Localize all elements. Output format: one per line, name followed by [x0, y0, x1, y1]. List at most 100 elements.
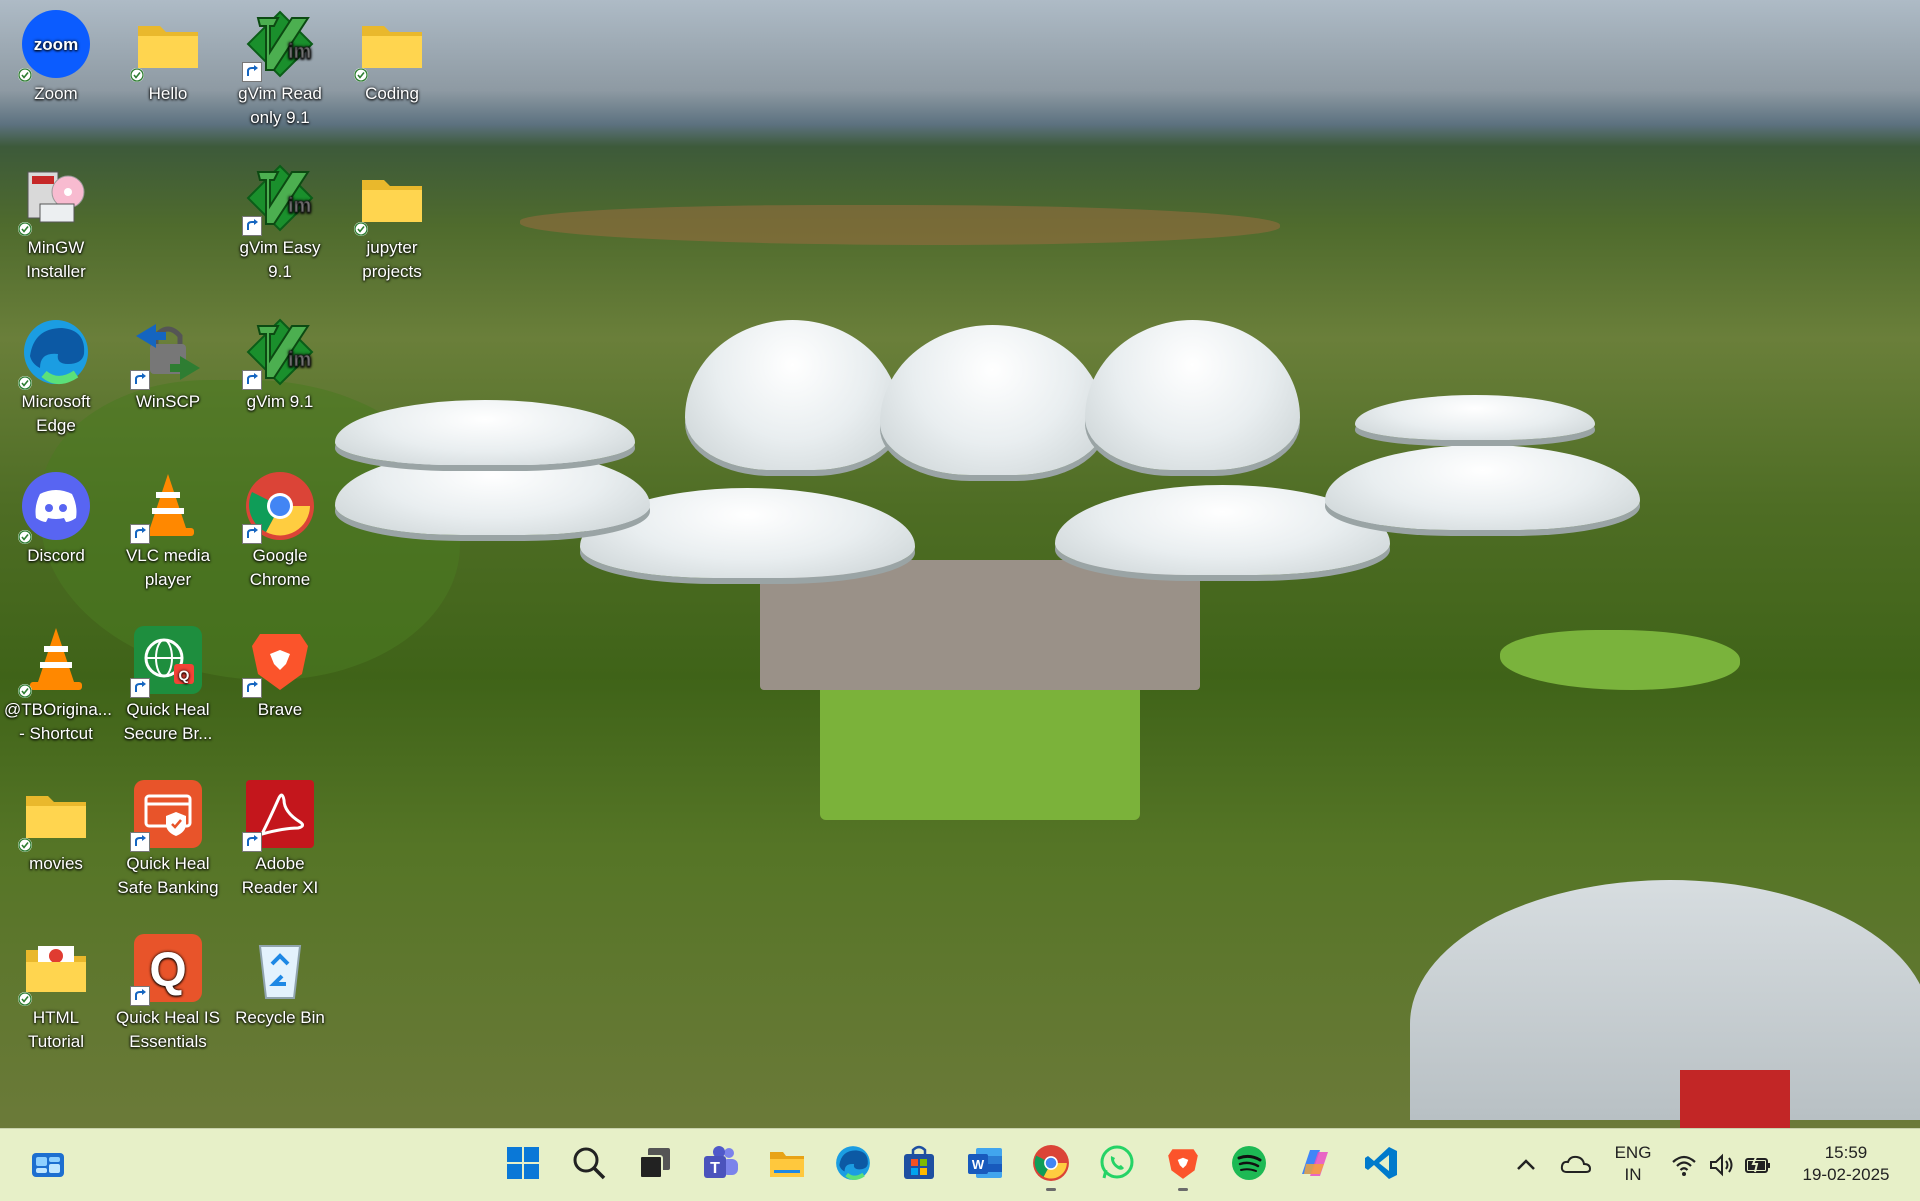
language-indicator[interactable]: ENG IN [1605, 1142, 1661, 1186]
quick-heal-browser-icon: Q [130, 624, 204, 698]
shortcut-arrow-icon [130, 370, 150, 390]
desktop-icon-qh-banking[interactable]: Quick Heal Safe Banking [116, 774, 220, 900]
svg-text:Q: Q [179, 667, 190, 683]
chrome-icon [242, 470, 316, 544]
taskbar-word-button[interactable]: W [961, 1141, 1009, 1189]
desktop-icon-zoom[interactable]: zoom Zoom [4, 4, 108, 106]
desktop-icon-label: Hello [148, 84, 188, 103]
desktop-icon-hello[interactable]: Hello [116, 4, 220, 106]
desktop-icon-label: Adobe Reader XI [241, 854, 319, 897]
desktop-icon-coding[interactable]: Coding [340, 4, 444, 106]
desktop-icon-label: @TBOrigina... - Shortcut [4, 700, 112, 743]
taskbar-search-button[interactable] [565, 1141, 613, 1189]
clock-time: 15:59 [1824, 1143, 1868, 1162]
desktop-icon-tborigina[interactable]: @TBOrigina... - Shortcut [4, 620, 112, 746]
shortcut-arrow-icon [130, 832, 150, 852]
desktop-icon-jupyter[interactable]: jupyter projects [340, 158, 444, 284]
shortcut-arrow-icon [130, 986, 150, 1006]
desktop-icon-brave[interactable]: Brave [228, 620, 332, 722]
shortcut-arrow-icon [242, 524, 262, 544]
battery-charging-icon [1744, 1152, 1770, 1173]
desktop-icon-label: movies [29, 854, 83, 873]
wallpaper-roof [1680, 1070, 1790, 1128]
brave-icon [1164, 1144, 1202, 1187]
sync-status-check-icon [354, 68, 368, 82]
windows-start-icon [504, 1144, 542, 1187]
sync-status-check-icon [18, 838, 32, 852]
desktop-icon-label: WinSCP [135, 392, 201, 411]
running-indicator [1178, 1188, 1188, 1191]
desktop-icon-qh-essentials[interactable]: Q Quick Heal IS Essentials [116, 928, 220, 1054]
taskbar-copilot-button[interactable] [1291, 1141, 1339, 1189]
desktop-icon-label: Discord [27, 546, 85, 565]
show-hidden-icons-chevron-icon[interactable] [1502, 1141, 1550, 1189]
taskbar-start-button[interactable] [499, 1141, 547, 1189]
desktop-icon-label: Microsoft Edge [21, 392, 91, 435]
desktop-icon-label: gVim 9.1 [246, 392, 314, 411]
desktop-icon-adobe[interactable]: Adobe Reader XI [228, 774, 332, 900]
svg-text:im: im [288, 195, 311, 217]
desktop-icon-gvim-easy[interactable]: im gVim Easy 9.1 [228, 158, 332, 284]
onedrive-icon[interactable] [1552, 1141, 1600, 1189]
spotify-icon [1230, 1144, 1268, 1187]
taskbar-explorer-button[interactable] [763, 1141, 811, 1189]
taskbar-taskview-button[interactable] [631, 1141, 679, 1189]
desktop-icon-label: Quick Heal Safe Banking [117, 854, 219, 897]
task-view-icon [636, 1144, 674, 1187]
desktop-icon-gvim[interactable]: im gVim 9.1 [228, 312, 332, 414]
wallpaper-dome [1325, 445, 1640, 530]
wallpaper-dome [880, 325, 1105, 475]
gvim-icon: im [242, 162, 316, 236]
desktop-icon-label: Recycle Bin [235, 1008, 325, 1027]
desktop-icon-movies[interactable]: movies [4, 774, 108, 876]
folder-icon [354, 8, 428, 82]
shortcut-arrow-icon [242, 216, 262, 236]
widgets-icon[interactable] [24, 1141, 72, 1189]
running-indicator [1046, 1188, 1056, 1191]
taskbar-spotify-button[interactable] [1225, 1141, 1273, 1189]
wallpaper-dome [335, 400, 635, 465]
shortcut-arrow-icon [242, 370, 262, 390]
taskbar-teams-button[interactable]: T [697, 1141, 745, 1189]
desktop-icon-label: Coding [365, 84, 419, 103]
desktop-icon-vlc[interactable]: VLC media player [116, 466, 220, 592]
shortcut-arrow-icon [242, 678, 262, 698]
taskbar-chrome-button[interactable] [1027, 1141, 1075, 1191]
desktop-icon-label: gVim Easy 9.1 [239, 238, 321, 281]
folder-icon [18, 778, 92, 852]
clock[interactable]: 15:59 19-02-2025 [1784, 1142, 1908, 1186]
desktop-icon-discord[interactable]: Discord [4, 466, 108, 568]
taskbar-store-button[interactable] [895, 1141, 943, 1189]
gvim-icon: im [242, 8, 316, 82]
desktop-icon-mingw[interactable]: MinGW Installer [4, 158, 108, 284]
desktop-icon-edge[interactable]: Microsoft Edge [4, 312, 108, 438]
volume-icon [1709, 1153, 1733, 1177]
desktop-icon-label: Google Chrome [249, 546, 311, 589]
sync-status-check-icon [18, 68, 32, 82]
svg-text:T: T [710, 1160, 720, 1177]
desktop-icon-chrome[interactable]: Google Chrome [228, 466, 332, 592]
adobe-reader-icon [242, 778, 316, 852]
taskbar-whatsapp-button[interactable] [1093, 1141, 1141, 1189]
svg-text:im: im [288, 41, 311, 63]
svg-text:W: W [972, 1157, 985, 1172]
vscode-icon [1362, 1144, 1400, 1187]
desktop-icon-winscp[interactable]: WinSCP [116, 312, 220, 414]
desktop-icon-recycle[interactable]: Recycle Bin [228, 928, 332, 1030]
wallpaper-building [1410, 880, 1920, 1120]
taskbar-brave-button[interactable] [1159, 1141, 1207, 1191]
quick-settings[interactable] [1666, 1141, 1776, 1189]
sync-status-check-icon [18, 684, 32, 698]
desktop-icon-gvim-read[interactable]: im gVim Read only 9.1 [228, 4, 332, 130]
quick-heal-banking-icon [130, 778, 204, 852]
desktop-icon-html-tutorial[interactable]: HTML Tutorial [4, 928, 108, 1054]
recycle-bin-icon [244, 932, 316, 1004]
taskbar-edge-button[interactable] [829, 1141, 877, 1189]
svg-text:zoom: zoom [34, 35, 78, 54]
desktop-icon-qh-browser[interactable]: Q Quick Heal Secure Br... [116, 620, 220, 746]
taskbar-vscode-button[interactable] [1357, 1141, 1405, 1189]
desktop-icon-label: HTML Tutorial [27, 1008, 85, 1051]
taskbar: T W ENG IN 15:59 19-02-2025 [0, 1128, 1920, 1201]
shortcut-arrow-icon [130, 524, 150, 544]
chrome-icon [1032, 1144, 1070, 1187]
